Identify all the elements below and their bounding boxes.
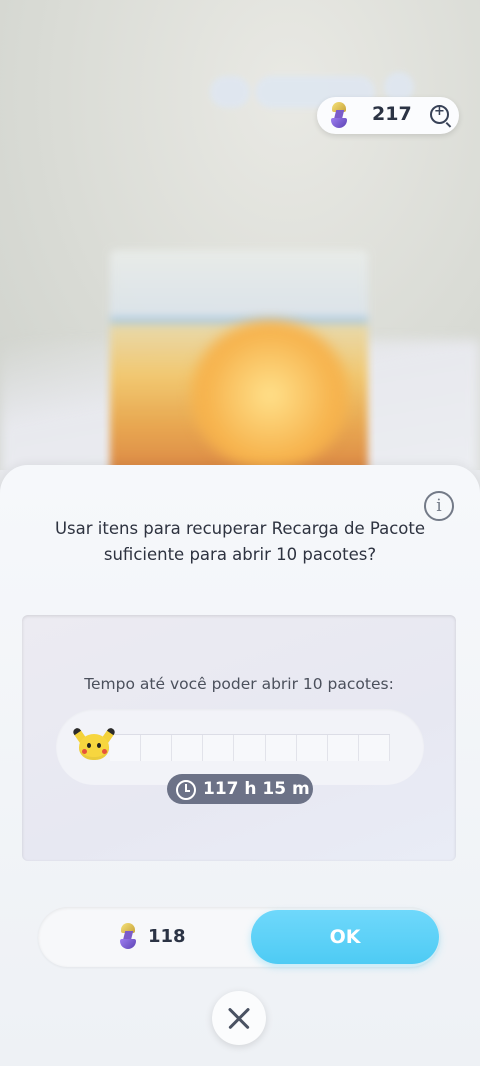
progress-segment	[296, 735, 328, 761]
ok-button[interactable]: OK	[251, 910, 439, 964]
pikachu-icon	[71, 725, 117, 765]
progress-segments	[110, 734, 390, 761]
dialog-question: Usar itens para recuperar Recarga de Pac…	[40, 516, 440, 568]
timer-title: Tempo até você poder abrir 10 pacotes:	[84, 675, 394, 693]
zoom-in-icon[interactable]	[430, 104, 449, 124]
action-bar: 118 OK	[38, 907, 440, 967]
cost-value: 118	[148, 926, 186, 947]
recharge-dialog: i Usar itens para recuperar Recarga de P…	[0, 465, 480, 1066]
time-remaining-badge: 117 h 15 m	[167, 774, 313, 804]
card-pack-glow	[190, 320, 350, 470]
question-line-2: suficiente para abrir 10 pacotes?	[103, 545, 377, 564]
currency-value: 217	[372, 103, 412, 125]
progress-segment	[265, 735, 297, 761]
progress-segment	[358, 735, 390, 761]
hourglass-icon	[118, 923, 138, 949]
question-line-1: Usar itens para recuperar Recarga de Pac…	[54, 519, 426, 538]
currency-counter[interactable]: 217	[317, 97, 459, 134]
close-icon	[212, 991, 266, 1045]
progress-segment	[110, 735, 142, 761]
progress-segment	[234, 735, 266, 761]
clock-icon	[176, 780, 196, 800]
hourglass-icon	[329, 102, 349, 128]
progress-segment	[141, 735, 173, 761]
progress-segment	[203, 735, 235, 761]
timer-panel: Tempo até você poder abrir 10 pacotes: 1…	[22, 615, 456, 861]
progress-segment	[327, 735, 359, 761]
close-button[interactable]	[212, 991, 266, 1045]
blurred-button	[210, 76, 250, 108]
time-remaining: 117 h 15 m	[203, 779, 310, 799]
progress-segment	[172, 735, 204, 761]
